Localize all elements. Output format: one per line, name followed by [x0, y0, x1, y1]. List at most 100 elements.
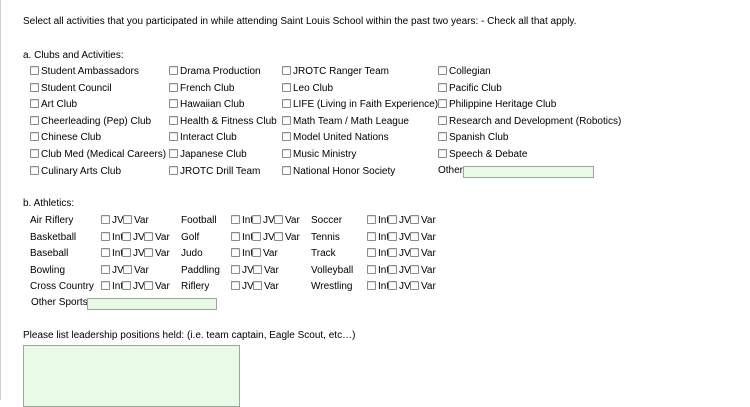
club-checkbox-item[interactable]: Art Club [30, 98, 77, 111]
checkbox[interactable] [438, 99, 447, 108]
checkbox[interactable] [438, 116, 447, 125]
sport-level-checkbox[interactable]: JV [122, 247, 145, 260]
checkbox[interactable] [101, 248, 110, 257]
checkbox[interactable] [101, 281, 110, 290]
club-checkbox-item[interactable]: Drama Production [169, 65, 261, 78]
clubs-other-input[interactable] [463, 166, 594, 178]
checkbox[interactable] [388, 265, 397, 274]
checkbox[interactable] [101, 265, 110, 274]
club-checkbox-item[interactable]: Speech & Debate [438, 148, 527, 161]
sport-level-checkbox[interactable]: Var [123, 264, 149, 277]
checkbox[interactable] [169, 149, 178, 158]
club-checkbox-item[interactable]: Student Ambassadors [30, 65, 139, 78]
club-checkbox-item[interactable]: Culinary Arts Club [30, 165, 121, 178]
club-checkbox-item[interactable]: National Honor Society [282, 165, 395, 178]
sport-level-checkbox[interactable]: Var [252, 247, 278, 260]
checkbox[interactable] [282, 83, 291, 92]
checkbox[interactable] [410, 215, 419, 224]
checkbox[interactable] [144, 248, 153, 257]
sport-level-checkbox[interactable]: Var [274, 231, 300, 244]
checkbox[interactable] [101, 215, 110, 224]
sport-level-checkbox[interactable]: JV [101, 264, 124, 277]
club-checkbox-item[interactable]: French Club [169, 82, 234, 95]
checkbox[interactable] [438, 66, 447, 75]
sport-level-checkbox[interactable]: JV [122, 280, 145, 293]
sport-level-checkbox[interactable]: Int [231, 247, 253, 260]
checkbox[interactable] [123, 265, 132, 274]
checkbox[interactable] [169, 66, 178, 75]
checkbox[interactable] [122, 232, 131, 241]
club-checkbox-item[interactable]: Spanish Club [438, 131, 508, 144]
checkbox[interactable] [282, 166, 291, 175]
checkbox[interactable] [438, 132, 447, 141]
club-checkbox-item[interactable]: Collegian [438, 65, 491, 78]
sport-level-checkbox[interactable]: Int [101, 280, 123, 293]
checkbox[interactable] [252, 215, 261, 224]
checkbox[interactable] [252, 232, 261, 241]
checkbox[interactable] [282, 149, 291, 158]
sport-level-checkbox[interactable]: JV [101, 214, 124, 227]
club-checkbox-item[interactable]: Student Council [30, 82, 112, 95]
checkbox[interactable] [144, 232, 153, 241]
club-checkbox-item[interactable]: Cheerleading (Pep) Club [30, 115, 151, 128]
sport-level-checkbox[interactable]: Var [410, 280, 436, 293]
sport-level-checkbox[interactable]: JV [122, 231, 145, 244]
sport-level-checkbox[interactable]: Var [144, 231, 170, 244]
checkbox[interactable] [30, 99, 39, 108]
sport-level-checkbox[interactable]: JV [388, 280, 411, 293]
checkbox[interactable] [231, 281, 240, 290]
checkbox[interactable] [30, 149, 39, 158]
sport-level-checkbox[interactable]: Var [410, 214, 436, 227]
club-checkbox-item[interactable]: JROTC Ranger Team [282, 65, 389, 78]
sport-level-checkbox[interactable]: Int [101, 231, 123, 244]
checkbox[interactable] [30, 116, 39, 125]
sport-level-checkbox[interactable]: JV [231, 264, 254, 277]
checkbox[interactable] [438, 149, 447, 158]
checkbox[interactable] [274, 215, 283, 224]
checkbox[interactable] [231, 232, 240, 241]
checkbox[interactable] [410, 232, 419, 241]
checkbox[interactable] [367, 248, 376, 257]
checkbox[interactable] [388, 215, 397, 224]
checkbox[interactable] [231, 248, 240, 257]
sport-level-checkbox[interactable]: JV [388, 214, 411, 227]
sport-level-checkbox[interactable]: Var [144, 247, 170, 260]
sport-level-checkbox[interactable]: Var [253, 280, 279, 293]
checkbox[interactable] [30, 83, 39, 92]
checkbox[interactable] [282, 116, 291, 125]
club-checkbox-item[interactable]: Research and Development (Robotics) [438, 115, 621, 128]
sport-level-checkbox[interactable]: JV [231, 280, 254, 293]
checkbox[interactable] [274, 232, 283, 241]
checkbox[interactable] [169, 116, 178, 125]
checkbox[interactable] [367, 215, 376, 224]
sport-level-checkbox[interactable]: Int [367, 247, 389, 260]
sport-level-checkbox[interactable]: Int [231, 231, 253, 244]
club-checkbox-item[interactable]: Chinese Club [30, 131, 101, 144]
checkbox[interactable] [169, 99, 178, 108]
checkbox[interactable] [169, 166, 178, 175]
checkbox[interactable] [30, 66, 39, 75]
checkbox[interactable] [252, 248, 261, 257]
sport-level-checkbox[interactable]: Int [367, 214, 389, 227]
club-checkbox-item[interactable]: Math Team / Math League [282, 115, 409, 128]
checkbox[interactable] [282, 132, 291, 141]
checkbox[interactable] [410, 248, 419, 257]
other-sports-input[interactable] [87, 298, 217, 310]
checkbox[interactable] [282, 99, 291, 108]
sport-level-checkbox[interactable]: Var [144, 280, 170, 293]
sport-level-checkbox[interactable]: Var [410, 231, 436, 244]
checkbox[interactable] [410, 281, 419, 290]
checkbox[interactable] [367, 265, 376, 274]
checkbox[interactable] [282, 66, 291, 75]
club-checkbox-item[interactable]: Philippine Heritage Club [438, 98, 556, 111]
checkbox[interactable] [30, 166, 39, 175]
sport-level-checkbox[interactable]: Int [231, 214, 253, 227]
checkbox[interactable] [123, 215, 132, 224]
checkbox[interactable] [367, 281, 376, 290]
checkbox[interactable] [253, 265, 262, 274]
sport-level-checkbox[interactable]: JV [252, 231, 275, 244]
sport-level-checkbox[interactable]: JV [252, 214, 275, 227]
club-checkbox-item[interactable]: Club Med (Medical Careers) [30, 148, 166, 161]
sport-level-checkbox[interactable]: JV [388, 247, 411, 260]
checkbox[interactable] [231, 215, 240, 224]
